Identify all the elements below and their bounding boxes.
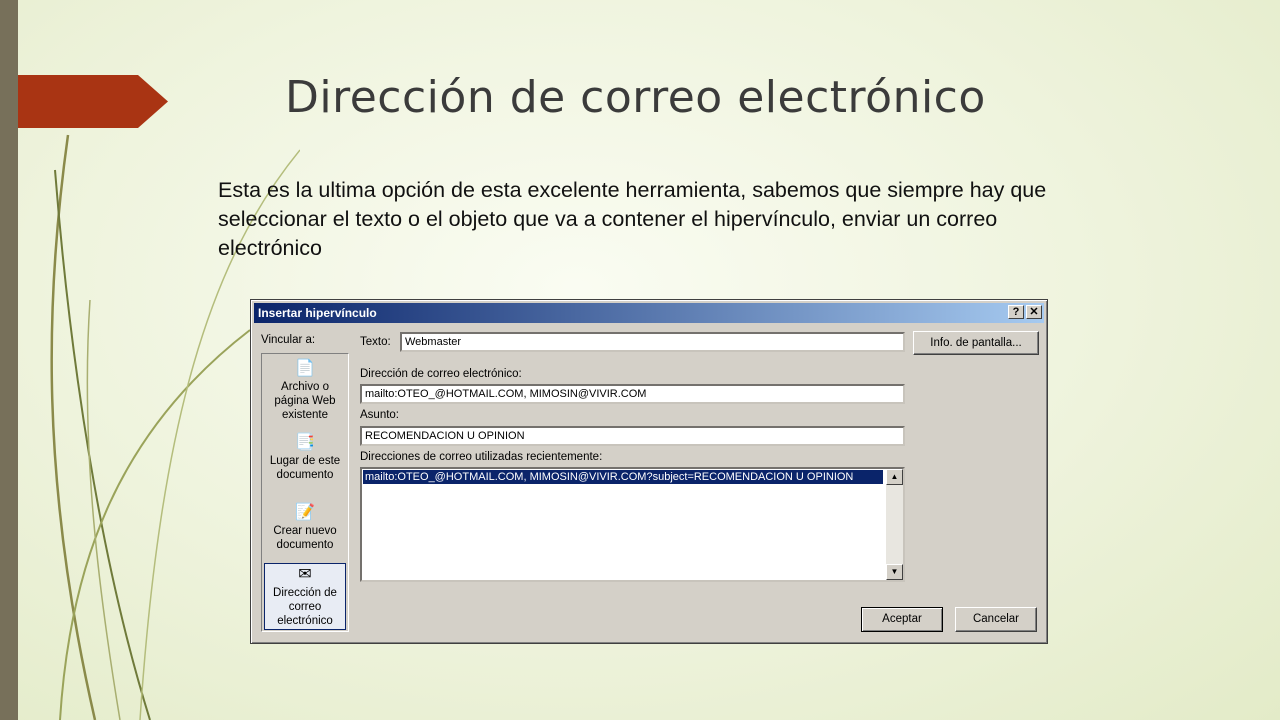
dialog-title: Insertar hipervínculo <box>258 306 377 320</box>
insert-hyperlink-dialog: Insertar hipervínculo ? ✕ Vincular a: 📄 … <box>250 299 1048 644</box>
link-item-label: Dirección de correo electrónico <box>273 587 337 627</box>
dialog-titlebar[interactable]: Insertar hipervínculo ? ✕ <box>254 303 1044 323</box>
subject-label: Asunto: <box>360 409 399 421</box>
slide-body-text: Esta es la ultima opción de esta excelen… <box>218 178 1047 260</box>
link-item-label: Archivo o página Web existente <box>274 381 336 421</box>
help-button[interactable]: ? <box>1008 305 1024 319</box>
link-email-address[interactable]: ✉ Dirección de correo electrónico <box>264 563 346 630</box>
list-item[interactable]: mailto:OTEO_@HOTMAIL.COM, MIMOSIN@VIVIR.… <box>363 470 883 484</box>
recent-addresses-list[interactable]: mailto:OTEO_@HOTMAIL.COM, MIMOSIN@VIVIR.… <box>360 467 905 582</box>
scroll-down-icon[interactable]: ▼ <box>886 564 903 580</box>
subject-field[interactable]: RECOMENDACION U OPINION <box>360 426 905 446</box>
link-item-label: Lugar de este documento <box>269 455 341 481</box>
link-item-label: Crear nuevo documento <box>273 525 337 551</box>
link-existing-file-web-page[interactable]: 📄 Archivo o página Web existente <box>264 360 346 422</box>
cancel-button[interactable]: Cancelar <box>955 607 1037 632</box>
email-address-label: Dirección de correo electrónico: <box>360 368 522 380</box>
scroll-up-icon[interactable]: ▲ <box>886 469 903 485</box>
web-page-icon: 📄 <box>295 360 315 377</box>
ok-button[interactable]: Aceptar <box>861 607 943 632</box>
document-place-icon: 📑 <box>295 434 315 451</box>
text-to-display-field[interactable]: Webmaster <box>400 332 905 352</box>
list-scrollbar[interactable]: ▲ ▼ <box>886 469 903 580</box>
screentip-button[interactable]: Info. de pantalla... <box>913 331 1039 355</box>
close-button[interactable]: ✕ <box>1026 305 1042 319</box>
recent-addresses-label: Direcciones de correo utilizadas recient… <box>360 451 603 463</box>
email-icon: ✉ <box>298 566 312 583</box>
link-to-bar: 📄 Archivo o página Web existente 📑 Lugar… <box>261 353 349 632</box>
email-address-field[interactable]: mailto:OTEO_@HOTMAIL.COM, MIMOSIN@VIVIR.… <box>360 384 905 404</box>
link-to-label: Vincular a: <box>261 334 316 346</box>
text-label: Texto: <box>360 336 391 348</box>
link-create-new-document[interactable]: 📝 Crear nuevo documento <box>264 504 346 554</box>
link-place-in-document[interactable]: 📑 Lugar de este documento <box>264 434 346 484</box>
slide-title: Dirección de correo electrónico <box>285 72 986 123</box>
new-document-icon: 📝 <box>295 504 315 521</box>
